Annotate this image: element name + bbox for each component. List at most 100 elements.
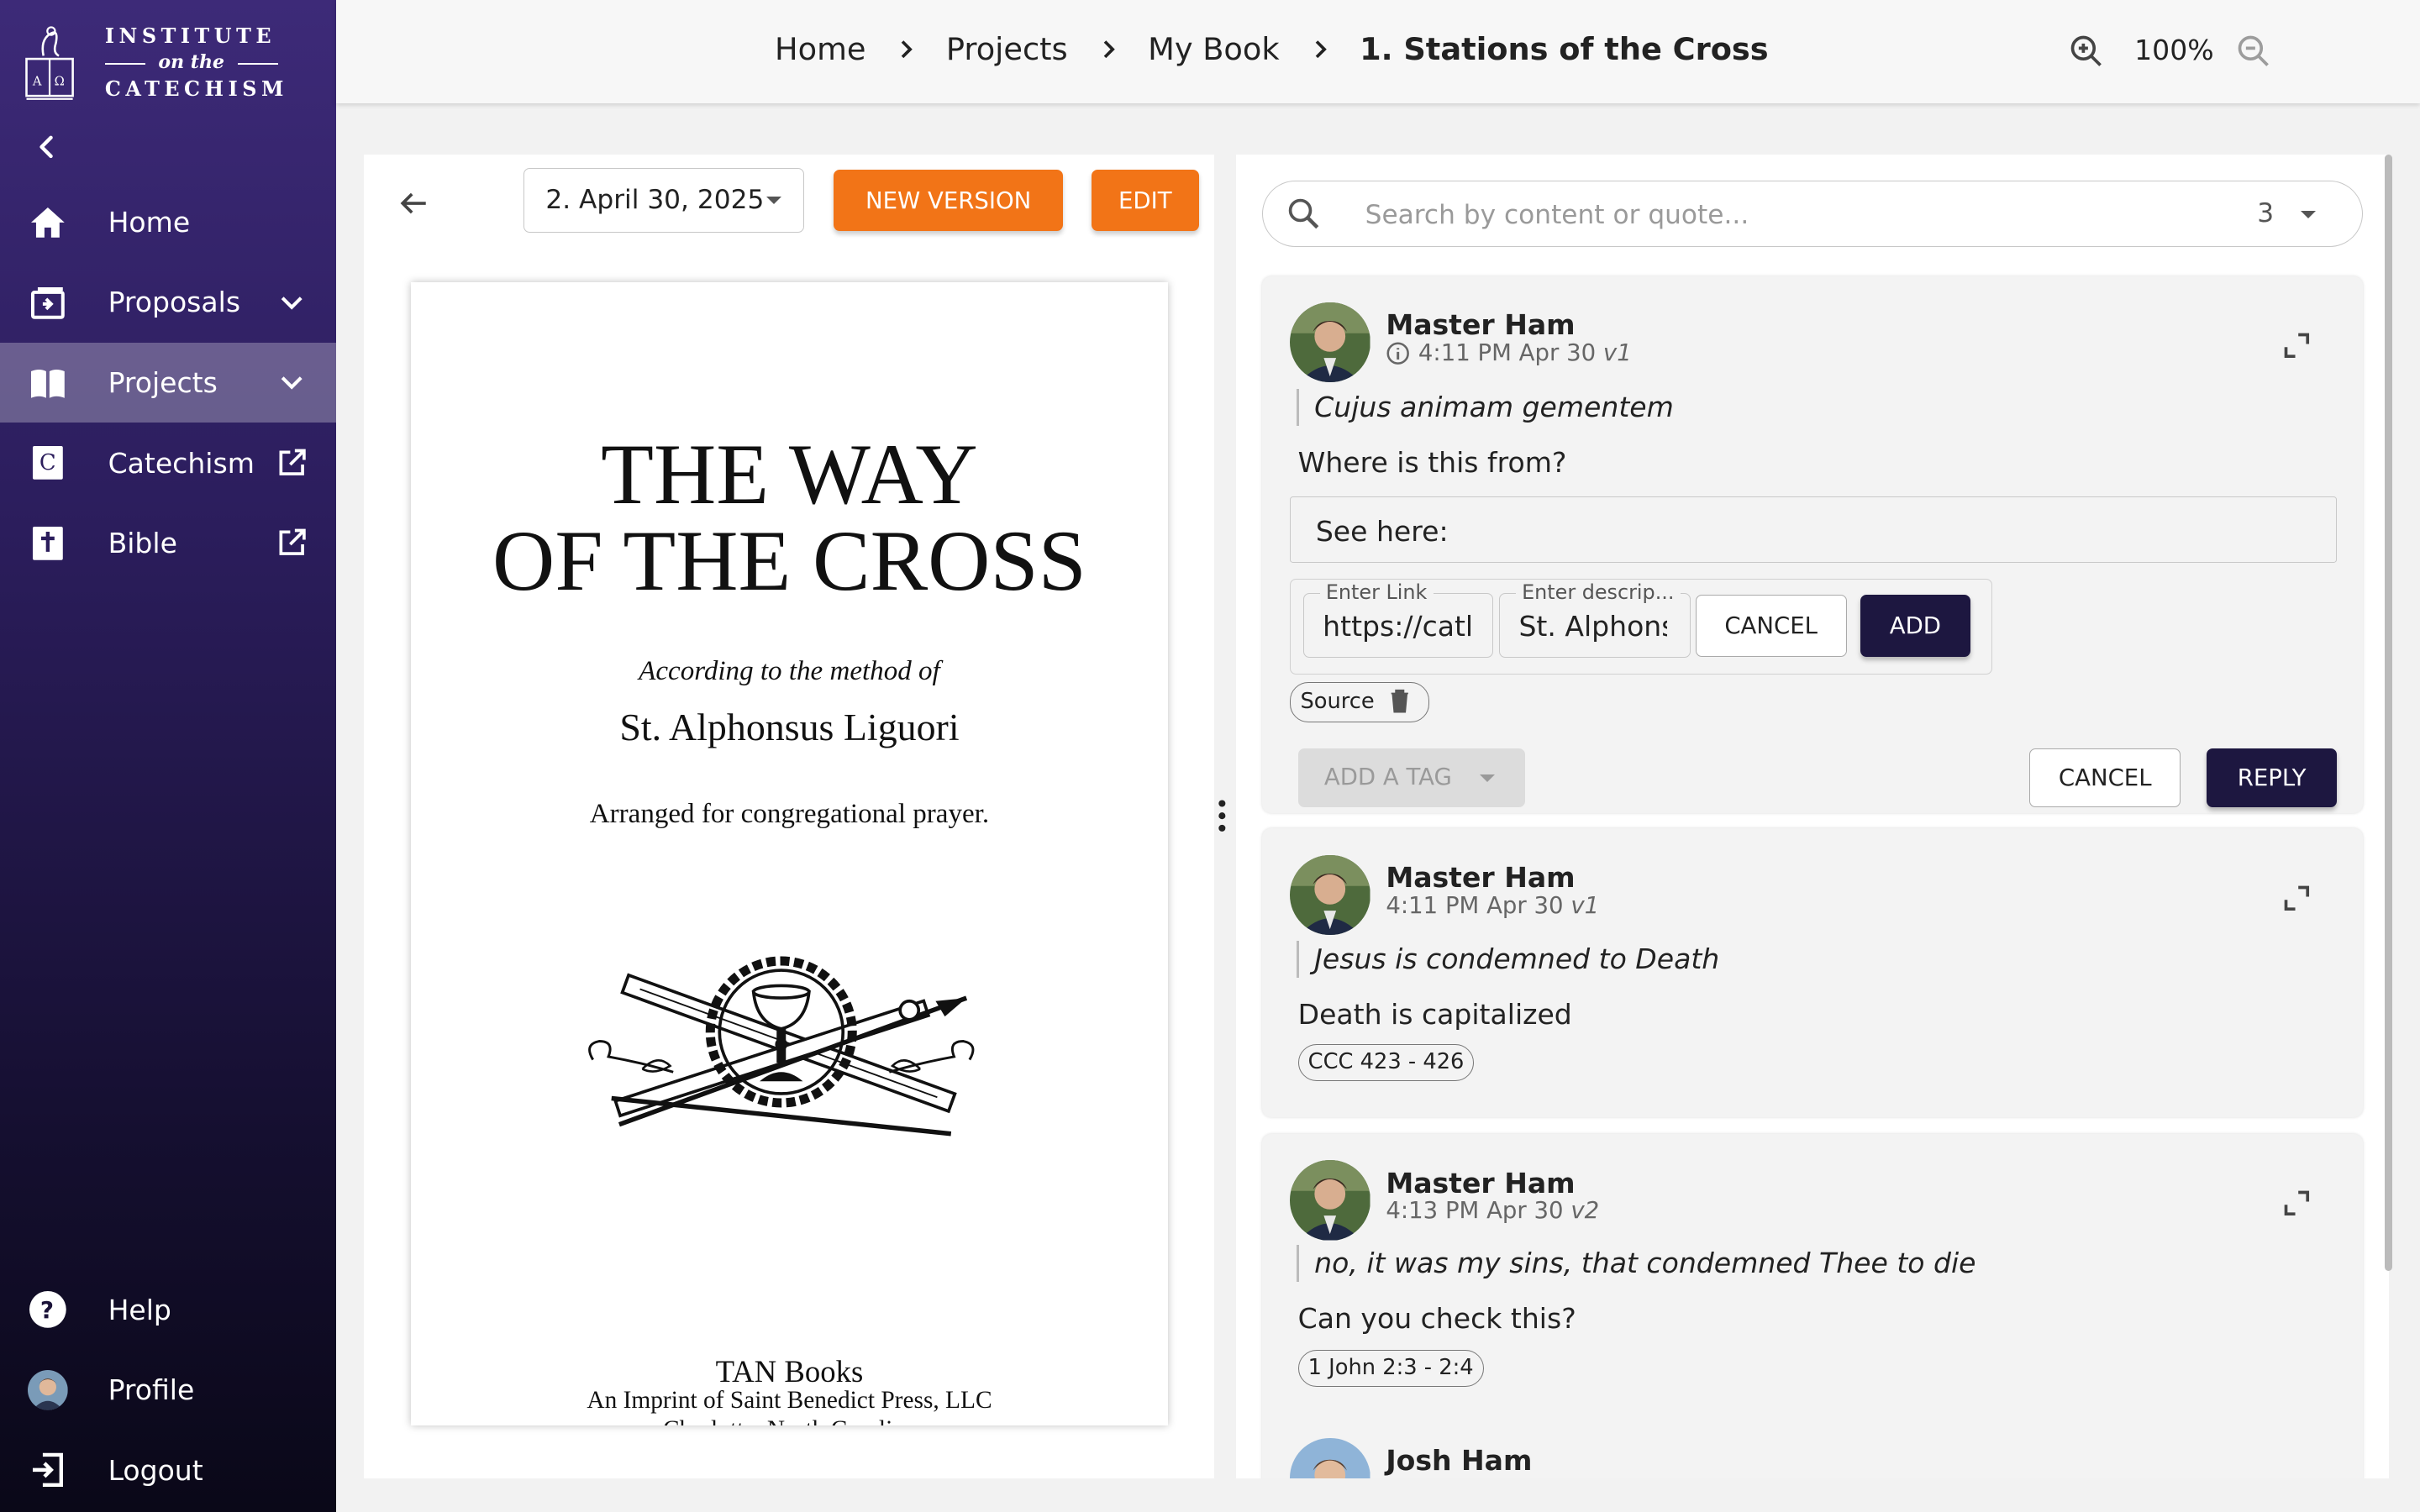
link-description-input[interactable] [1515, 607, 1670, 644]
sidebar-item-home[interactable]: Home [0, 182, 336, 263]
sidebar-item-label: Proposals [108, 286, 241, 319]
link-description-label: Enter descrip... [1515, 580, 1681, 604]
comment-author: Josh Ham [1386, 1444, 1533, 1478]
link-url-input[interactable] [1319, 607, 1475, 644]
back-arrow-icon[interactable] [395, 185, 432, 222]
link-description-field[interactable]: Enter descrip... [1499, 580, 1691, 659]
trash-icon[interactable] [1388, 689, 1412, 713]
comment-count: 3 [2257, 198, 2275, 229]
cancel-button[interactable]: CANCEL [2029, 748, 2181, 807]
sidebar-item-label: Logout [108, 1453, 203, 1487]
svg-text:A: A [32, 74, 42, 88]
catechism-icon: C [33, 446, 63, 480]
document-publisher: TAN Books [715, 1353, 864, 1389]
document-author: St. Alphonsus Liguori [619, 706, 960, 749]
logo[interactable]: A Ω INSTITUTE on the CATECHISM [18, 18, 327, 108]
breadcrumb-my-book[interactable]: My Book [1148, 31, 1279, 67]
edit-button[interactable]: EDIT [1091, 170, 1200, 232]
open-in-new-icon[interactable] [275, 526, 308, 559]
help-icon: ? [29, 1291, 66, 1329]
comment-version: v1 [1570, 891, 1600, 919]
breadcrumb-projects[interactable]: Projects [946, 31, 1068, 67]
reference-chip[interactable]: 1 John 2:3 - 2:4 [1297, 1350, 1484, 1388]
comment-meta: 4:11 PM Apr 30 v1 [1386, 892, 1599, 919]
comment-version: v1 [1602, 339, 1632, 367]
caret-down-icon[interactable] [2300, 210, 2316, 218]
document-arranged-line: Arranged for congregational prayer. [589, 799, 990, 830]
add-tag-button[interactable]: ADD A TAG [1297, 748, 1525, 807]
svg-text:?: ? [40, 1296, 54, 1324]
sidebar-item-profile[interactable]: Profile [0, 1350, 336, 1431]
avatar [1290, 1160, 1370, 1241]
reply-field[interactable] [1290, 496, 2337, 564]
info-icon[interactable] [1386, 341, 1410, 365]
link-editor: Enter Link Enter descrip... CANCEL ADD [1290, 578, 1993, 675]
avatar [1290, 1437, 1370, 1478]
comment-author: Master Ham [1386, 860, 1576, 894]
logo-text-catechism: CATECHISM [104, 76, 288, 101]
source-chip[interactable]: Source [1290, 681, 1429, 722]
chevron-right-icon [1103, 39, 1115, 58]
comments-scrollbar[interactable] [2384, 154, 2392, 1272]
comment-body: Death is capitalized [1297, 998, 1572, 1032]
zoom-out-icon[interactable] [2235, 33, 2272, 70]
breadcrumb-home[interactable]: Home [775, 31, 865, 67]
sidebar-item-label: Profile [108, 1373, 195, 1407]
new-version-button[interactable]: NEW VERSION [833, 170, 1064, 232]
logout-icon [33, 1453, 64, 1488]
sidebar-item-catechism[interactable]: C Catechism [0, 423, 336, 503]
search-icon [1288, 198, 1319, 229]
comment-author: Master Ham [1386, 308, 1576, 342]
open-in-new-icon[interactable] [275, 446, 308, 480]
comment-version: v2 [1570, 1197, 1600, 1225]
document-page: THE WAY OF THE CROSS According to the me… [410, 282, 1169, 1426]
svg-text:Ω: Ω [54, 74, 64, 88]
reply-button[interactable]: REPLY [2207, 748, 2337, 807]
chalice-cross-emblem-icon [587, 956, 975, 1137]
logo-text-on-the: on the [104, 51, 278, 73]
sidebar-item-help[interactable]: ? Help [0, 1270, 336, 1351]
chevron-down-icon[interactable] [275, 286, 308, 319]
avatar [1290, 302, 1370, 383]
svg-text:C: C [39, 450, 56, 475]
comment-time: 4:11 PM Apr 30 [1418, 339, 1597, 367]
proposals-icon [31, 287, 65, 319]
chevron-down-icon[interactable] [275, 365, 308, 399]
source-chip-label: Source [1300, 688, 1375, 714]
sidebar-item-proposals[interactable]: Proposals [0, 262, 336, 343]
reply-input[interactable] [1313, 510, 2307, 554]
caret-down-icon [766, 197, 782, 205]
comment-body: Can you check this? [1297, 1302, 1576, 1336]
search-input[interactable] [1361, 193, 2202, 237]
sidebar-item-bible[interactable]: Bible [0, 503, 336, 584]
comment-meta: 4:11 PM Apr 30 v1 [1418, 339, 1632, 366]
add-tag-label: ADD A TAG [1323, 764, 1452, 791]
document-panel: 2. April 30, 2025 NEW VERSION EDIT THE W… [364, 154, 1215, 1478]
expand-icon[interactable] [2281, 883, 2312, 914]
comment-quote: Jesus is condemned to Death [1296, 941, 1719, 979]
chevron-right-icon [902, 39, 913, 58]
link-url-field[interactable]: Enter Link [1303, 580, 1494, 659]
collapse-sidebar-chevron-icon[interactable] [28, 127, 65, 167]
comment-card: Master Ham 4:13 PM Apr 30 v2 no, it was … [1262, 1133, 2363, 1478]
sidebar-item-logout[interactable]: Logout [0, 1431, 336, 1511]
logo-text-institute: INSTITUTE [104, 24, 276, 49]
sidebar-item-projects[interactable]: Projects [0, 342, 337, 423]
link-add-button[interactable]: ADD [1860, 595, 1970, 657]
zoom-in-icon[interactable] [2068, 33, 2105, 70]
version-select[interactable]: 2. April 30, 2025 [523, 168, 804, 234]
sidebar-item-label: Home [108, 205, 191, 239]
panel-resize-handle-icon[interactable] [1216, 799, 1228, 832]
sidebar-item-label: Projects [108, 365, 218, 399]
caret-down-icon [1480, 774, 1496, 782]
expand-icon[interactable] [2281, 330, 2312, 361]
expand-icon[interactable] [2281, 1188, 2312, 1219]
reference-chip[interactable]: CCC 423 - 426 [1297, 1044, 1475, 1082]
breadcrumb-current: 1. Stations of the Cross [1360, 30, 1769, 67]
link-url-label: Enter Link [1319, 580, 1434, 604]
comment-search: 3 [1262, 180, 2363, 247]
avatar [1290, 854, 1370, 935]
bible-icon [33, 526, 63, 560]
comment-author: Master Ham [1386, 1166, 1576, 1200]
link-cancel-button[interactable]: CANCEL [1695, 595, 1847, 657]
